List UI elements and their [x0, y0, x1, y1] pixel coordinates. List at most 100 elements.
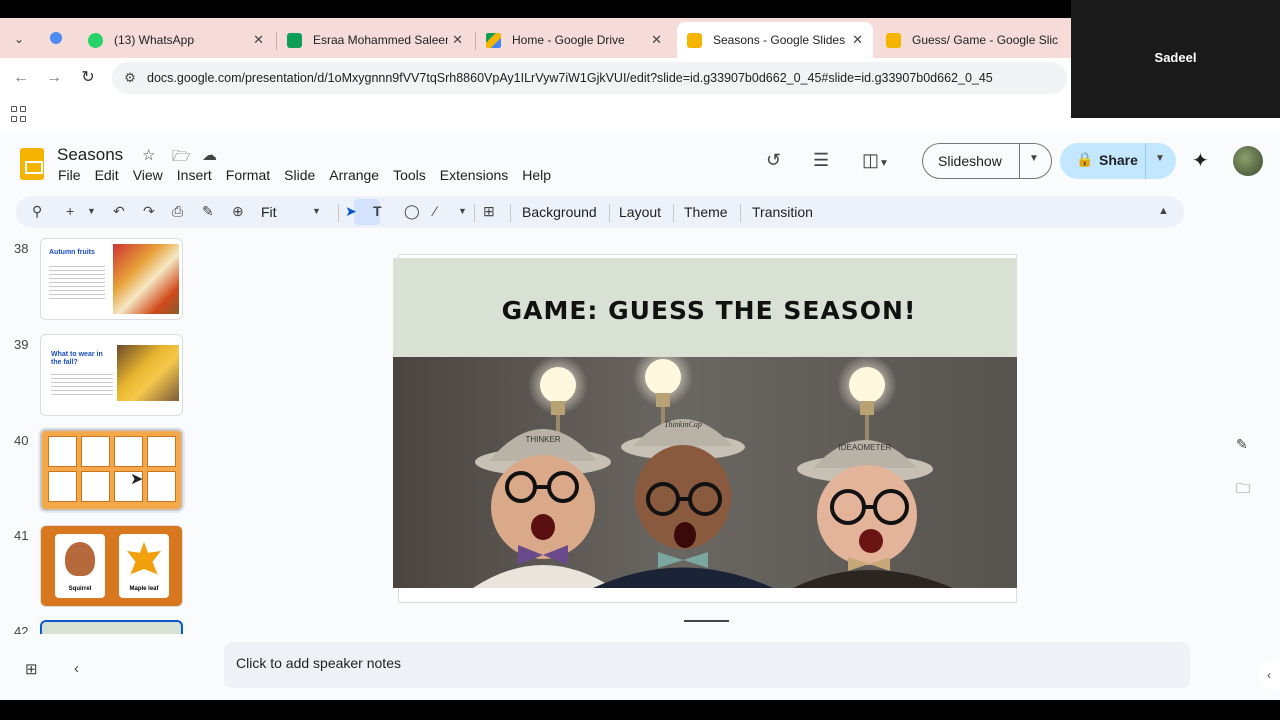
lock-icon: 🔒	[1076, 151, 1094, 167]
notes-resize-handle[interactable]	[684, 620, 729, 622]
url-text[interactable]: docs.google.com/presentation/d/1oMxygnnn…	[147, 71, 993, 85]
share-button[interactable]: 🔒 Share ▼	[1060, 143, 1176, 179]
thumbnail-card-grid	[48, 436, 176, 506]
divider	[474, 204, 475, 222]
grid-view-icon[interactable]: ⊞	[25, 660, 38, 678]
menu-extensions[interactable]: Extensions	[440, 167, 508, 183]
participant-name: Sadeel	[1154, 50, 1197, 65]
redo-icon[interactable]: ↷	[143, 203, 155, 220]
menu-insert[interactable]: Insert	[177, 167, 212, 183]
profile-dot-icon[interactable]	[50, 32, 62, 44]
thumbnail-card: Squirrel	[55, 534, 105, 598]
video-tile: Sadeel	[1071, 0, 1280, 118]
back-icon[interactable]: ←	[11, 68, 31, 88]
screen: ⌄ (13) WhatsApp ✕ Esraa Mohammed Saleem …	[0, 0, 1280, 720]
filmstrip: 38 Autumn fruits 39 What to wear in the …	[0, 236, 205, 634]
thumbnail-title: Autumn fruits	[49, 249, 95, 256]
document-title[interactable]: Seasons	[57, 145, 123, 165]
background-button[interactable]: Background	[522, 204, 597, 220]
slides-logo-icon[interactable]	[20, 148, 44, 180]
tab-search-icon[interactable]: ⌄	[8, 28, 30, 50]
line-icon[interactable]: ∕	[434, 203, 436, 219]
hat-label: IDEAOMETER	[839, 443, 892, 452]
menu-help[interactable]: Help	[522, 167, 551, 183]
chevron-down-icon[interactable]: ▼	[312, 206, 321, 216]
menu-slide[interactable]: Slide	[284, 167, 315, 183]
site-settings-icon[interactable]: ⚙	[122, 70, 138, 86]
transition-button[interactable]: Transition	[752, 204, 813, 220]
share-label: Share	[1099, 152, 1138, 168]
chevron-down-icon[interactable]: ▼	[458, 206, 467, 216]
slideshow-button[interactable]: Slideshow ▼	[922, 143, 1052, 179]
search-menus-icon[interactable]: ⚲	[32, 203, 42, 220]
star-icon[interactable]: ☆	[142, 146, 155, 164]
slide-canvas[interactable]: GAME: GUESS THE SEASON! THINKER ThinkinC…	[393, 258, 1017, 588]
zoom-icon[interactable]: ⊕	[232, 203, 244, 220]
chevron-left-icon[interactable]: ‹	[74, 660, 79, 677]
layout-button[interactable]: Layout	[619, 204, 661, 220]
tab-guess-game[interactable]: Guess/ Game - Google Slic	[876, 22, 1071, 58]
hat-label: THINKER	[525, 435, 560, 444]
speaker-notes[interactable]: Click to add speaker notes	[224, 642, 1190, 688]
tab-label: Seasons - Google Slides	[713, 33, 846, 47]
add-comment-icon[interactable]: ⊞	[483, 203, 495, 220]
tab-whatsapp[interactable]: (13) WhatsApp ✕	[78, 22, 274, 58]
close-icon[interactable]: ✕	[852, 22, 863, 58]
tab-label: (13) WhatsApp	[114, 33, 195, 47]
gemini-sparkle-icon[interactable]: ✦	[1192, 148, 1209, 173]
chevron-down-icon[interactable]: ▼	[1029, 153, 1039, 164]
avatar[interactable]	[1233, 146, 1263, 176]
tab-drive[interactable]: Home - Google Drive ✕	[476, 22, 672, 58]
menu-view[interactable]: View	[133, 167, 163, 183]
chevron-up-icon[interactable]: ▲	[1158, 205, 1169, 217]
chevron-down-icon[interactable]: ▼	[1155, 153, 1165, 164]
close-icon[interactable]: ✕	[651, 22, 662, 58]
meet-icon[interactable]: ◫▼	[862, 150, 889, 171]
menu-arrange[interactable]: Arrange	[329, 167, 379, 183]
tab-label: Esraa Mohammed Saleem	[313, 33, 456, 47]
tab-sheets[interactable]: Esraa Mohammed Saleem ✕	[277, 22, 473, 58]
shape-icon[interactable]: ◯	[404, 203, 420, 220]
speaker-notes-placeholder: Click to add speaker notes	[236, 655, 401, 671]
close-icon[interactable]: ✕	[448, 22, 463, 58]
apps-grid-icon[interactable]	[11, 106, 27, 122]
menu-edit[interactable]: Edit	[95, 167, 119, 183]
slide-title[interactable]: GAME: GUESS THE SEASON!	[393, 296, 1017, 325]
new-slide-icon[interactable]: +	[66, 203, 74, 219]
keep-notes-icon[interactable]: ✎	[1236, 436, 1248, 453]
slide-photo[interactable]: THINKER ThinkinCap IDEAOMETER	[393, 347, 1017, 588]
drive-icon	[486, 33, 501, 48]
menu-tools[interactable]: Tools	[393, 167, 426, 183]
close-icon[interactable]: ✕	[253, 22, 264, 58]
folder-icon[interactable]: 🗀	[1236, 478, 1250, 502]
slide-thumbnail-41[interactable]: Squirrel Maple leaf	[40, 525, 183, 607]
slides-icon	[687, 33, 702, 48]
theme-button[interactable]: Theme	[684, 204, 728, 220]
slide-thumbnail-42[interactable]	[40, 620, 183, 634]
side-panel-toggle-icon[interactable]: ‹	[1258, 660, 1280, 690]
text-box-icon[interactable]: T	[373, 203, 382, 219]
slide-thumbnail-40[interactable]: ➤	[40, 429, 183, 511]
thumbnail-card: Maple leaf	[119, 534, 169, 598]
undo-icon[interactable]: ↶	[113, 203, 125, 220]
forward-icon[interactable]: →	[44, 68, 64, 88]
zoom-select[interactable]: Fit	[261, 204, 277, 220]
paint-format-icon[interactable]: ✎	[202, 203, 214, 220]
comments-icon[interactable]: ☰	[813, 150, 829, 171]
print-icon[interactable]: ⎙	[172, 203, 183, 220]
menu-file[interactable]: File	[58, 167, 81, 183]
select-cursor-icon[interactable]: ➤	[345, 203, 357, 220]
reload-icon[interactable]: ↻	[78, 68, 98, 88]
menu-format[interactable]: Format	[226, 167, 270, 183]
thumbnail-image	[113, 244, 179, 314]
divider	[510, 204, 511, 222]
divider	[338, 204, 339, 222]
chevron-down-icon[interactable]: ▼	[87, 206, 96, 216]
cloud-saved-icon[interactable]: ☁	[202, 146, 217, 164]
omnibox[interactable]: ⚙ docs.google.com/presentation/d/1oMxygn…	[112, 62, 1067, 94]
slide-thumbnail-39[interactable]: What to wear in the fall?	[40, 334, 183, 416]
divider	[740, 204, 741, 222]
slide-thumbnail-38[interactable]: Autumn fruits	[40, 238, 183, 320]
tab-seasons-slides[interactable]: Seasons - Google Slides ✕	[677, 22, 873, 58]
version-history-icon[interactable]: ↺	[766, 150, 781, 171]
